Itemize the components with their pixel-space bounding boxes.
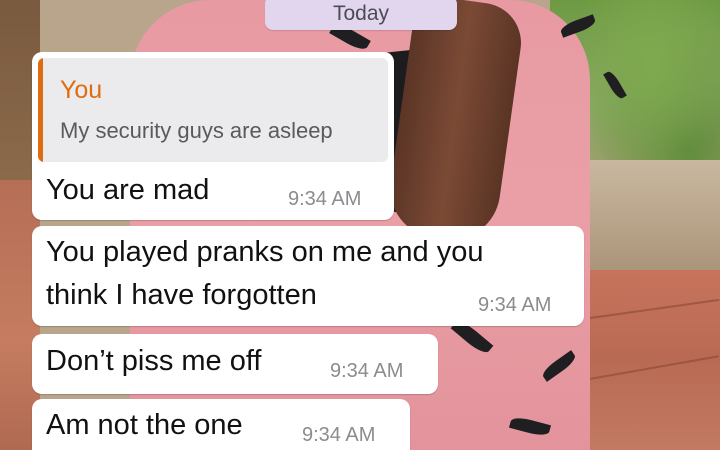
quoted-message-text: My security guys are asleep	[60, 118, 333, 143]
message-bubble[interactable]: Don’t piss me off 9:34 AM	[32, 334, 438, 394]
quote-accent-bar	[38, 58, 43, 162]
message-text: Am not the one	[46, 409, 243, 441]
message-bubble[interactable]: You played pranks on me and you think I …	[32, 226, 584, 326]
message-text-line: You played pranks on me and you	[46, 236, 484, 268]
quoted-message[interactable]: You My security guys are asleep	[38, 58, 388, 162]
message-bubble[interactable]: Am not the one 9:34 AM	[32, 399, 410, 450]
message-timestamp: 9:34 AM	[302, 424, 376, 446]
message-text-line: think I have forgotten	[46, 279, 317, 311]
quoted-message-author: You	[60, 76, 103, 104]
date-divider-label: Today	[332, 2, 390, 25]
date-divider: Today	[265, 0, 457, 30]
message-timestamp: 9:34 AM	[288, 188, 362, 210]
message-timestamp: 9:34 AM	[330, 360, 404, 382]
message-bubble[interactable]: You My security guys are asleep You are …	[32, 52, 394, 220]
message-text: You are mad	[46, 174, 210, 206]
message-text: Don’t piss me off	[46, 345, 262, 377]
message-timestamp: 9:34 AM	[478, 294, 552, 316]
